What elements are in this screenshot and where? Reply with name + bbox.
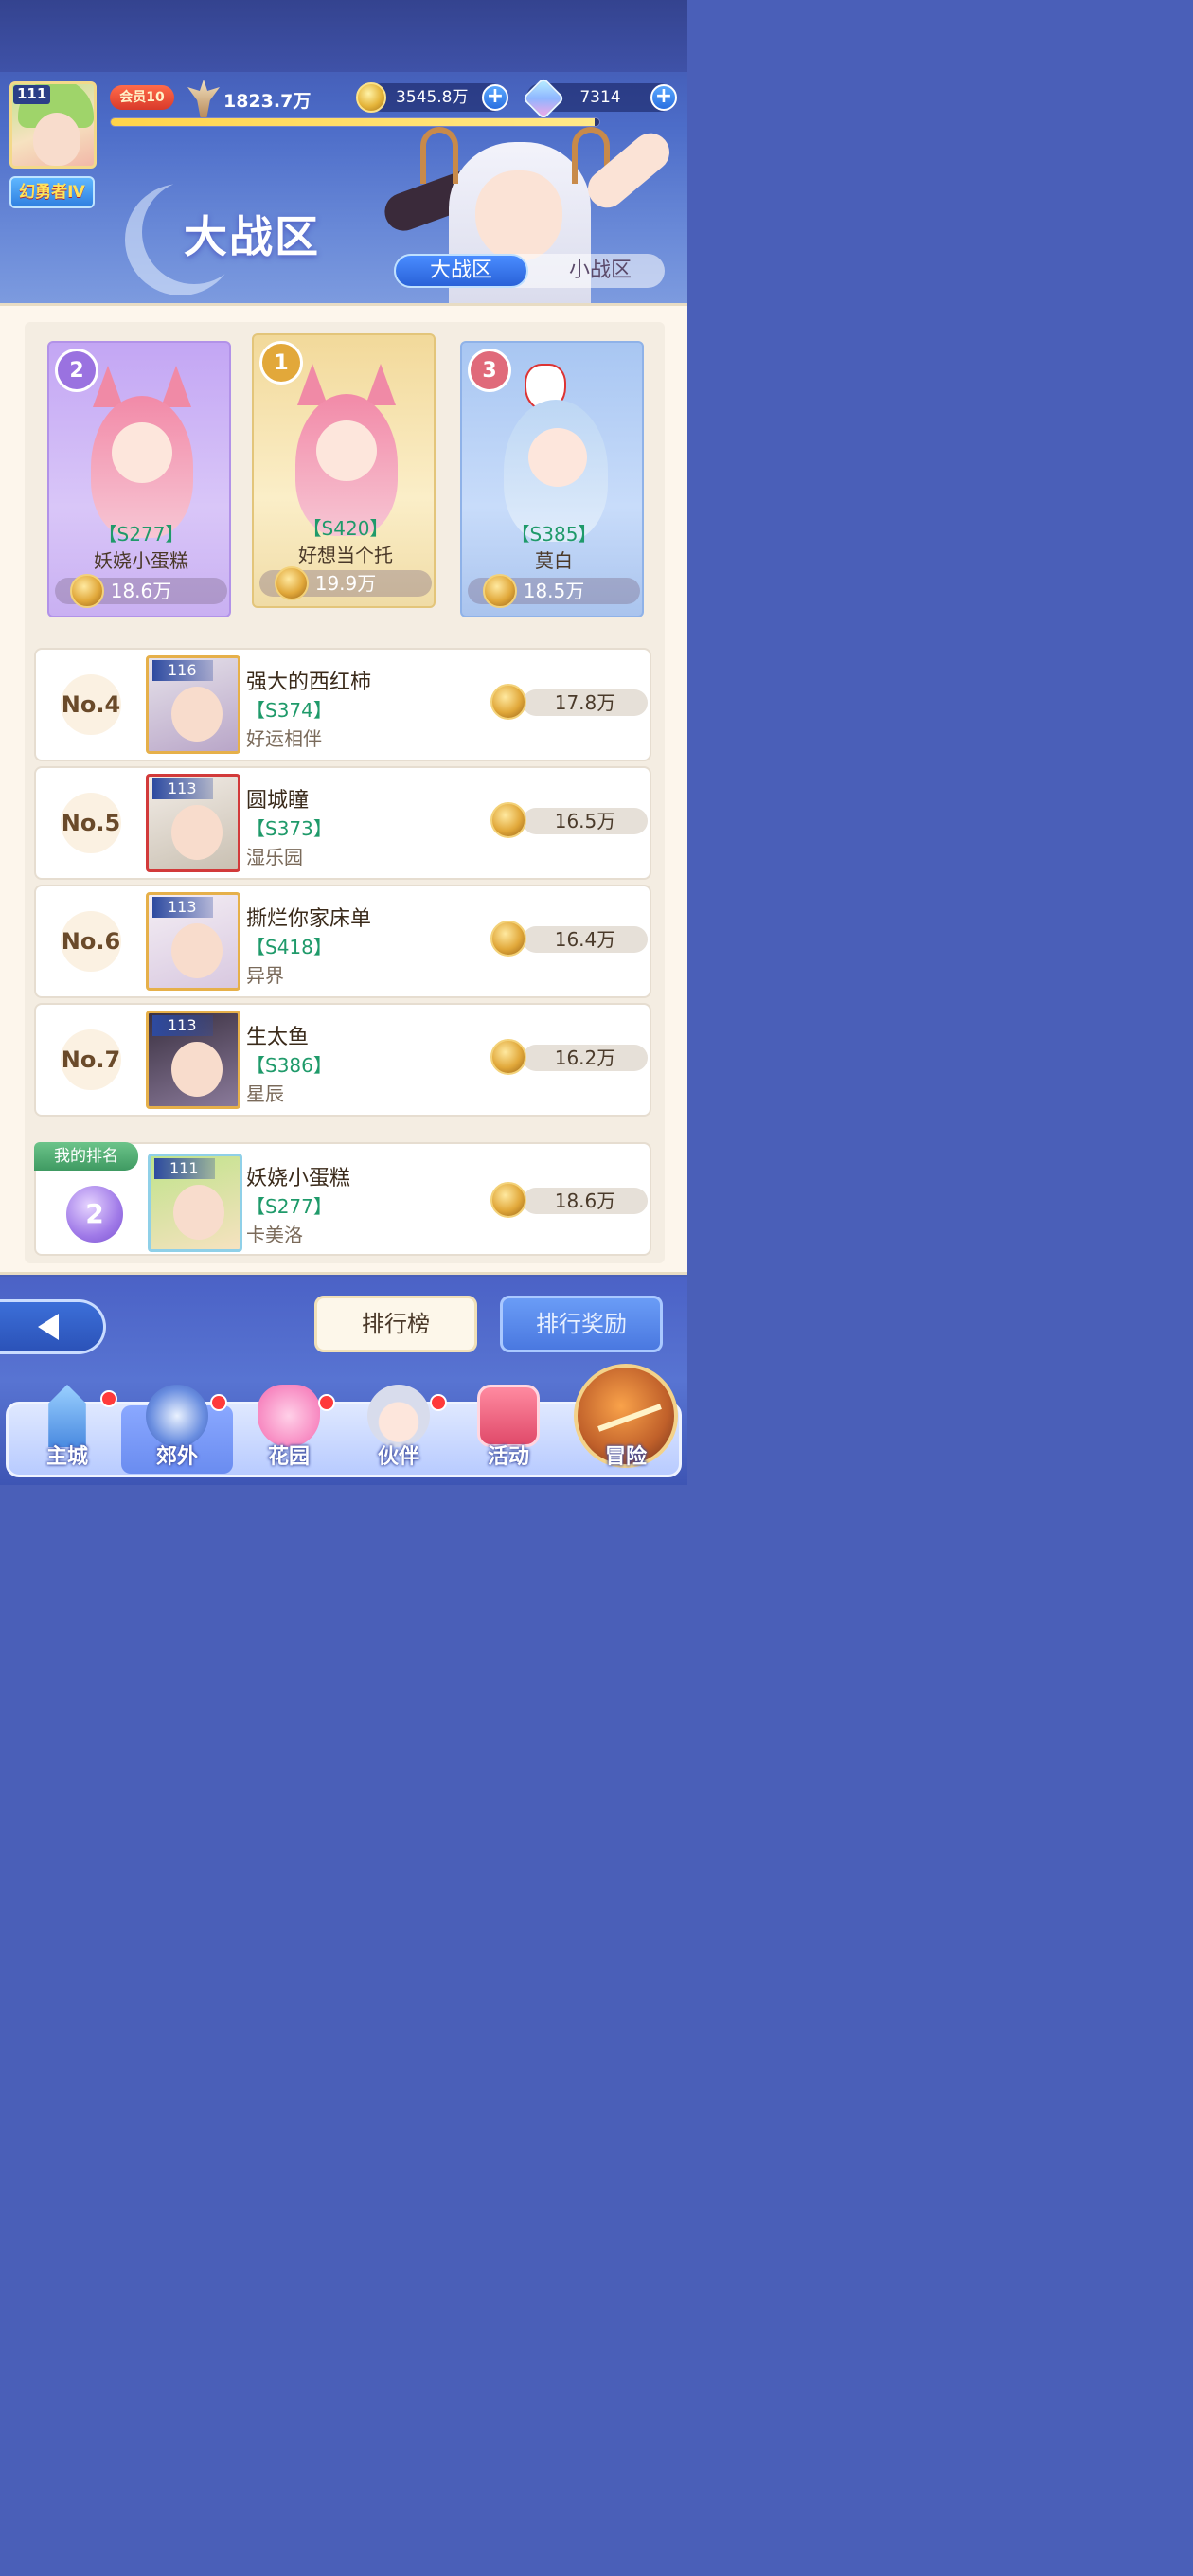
nav-label: 花园 [267, 1445, 310, 1469]
rank-3-medal: 3 [468, 349, 511, 392]
castle-icon [48, 1385, 86, 1447]
player-name: 撕烂你家床单 [246, 907, 372, 931]
heart-garden-icon [258, 1385, 320, 1447]
player-title-badge[interactable]: 幻勇者Ⅳ [9, 176, 95, 208]
nav-label: 冒险 [604, 1445, 647, 1469]
portrait-level: 113 [152, 778, 213, 799]
rank-number: No.7 [61, 1029, 121, 1090]
podium-server: 【S277】 [98, 523, 185, 546]
score-coin-icon [70, 574, 104, 608]
my-server: 【S277】 [246, 1195, 332, 1218]
nav-label: 主城 [45, 1445, 88, 1469]
player-guild: 星辰 [246, 1082, 284, 1105]
podium-card-rank-3[interactable]: 3 【S385】 莫白 18.5万 [460, 341, 644, 617]
player-guild: 好运相伴 [246, 727, 322, 750]
score-coin-icon [275, 566, 309, 600]
nav-garden[interactable]: 花园 [237, 1381, 341, 1479]
my-guild: 卡美洛 [246, 1224, 303, 1246]
score-coin-icon [490, 1039, 526, 1075]
podium-name: 好想当个托 [298, 544, 393, 566]
score-coin-icon [490, 684, 526, 720]
portrait-level: 111 [154, 1158, 215, 1179]
podium-card-rank-1[interactable]: 1 【S420】 好想当个托 19.9万 [252, 333, 436, 608]
score-coin-icon [490, 1182, 526, 1218]
podium-card-rank-2[interactable]: 2 【S277】 妖娆小蛋糕 18.6万 [47, 341, 231, 617]
player-level: 111 [13, 85, 51, 104]
player-server: 【S374】 [246, 699, 332, 722]
notification-dot [318, 1394, 335, 1411]
my-name: 妖娆小蛋糕 [246, 1167, 351, 1190]
podium-name: 莫白 [535, 549, 573, 572]
notification-dot [100, 1390, 117, 1407]
score-coin-icon [483, 574, 517, 608]
player-portrait[interactable]: 113 [146, 892, 240, 991]
player-server: 【S373】 [246, 817, 332, 840]
ranking-row-4[interactable]: No.4 116 强大的西红柿 【S374】 好运相伴 17.8万 [34, 648, 651, 761]
player-server: 【S418】 [246, 936, 332, 958]
nav-main-city[interactable]: 主城 [15, 1381, 119, 1479]
portrait-level: 113 [152, 897, 213, 918]
rank-number: No.5 [61, 793, 121, 853]
my-rank-tag: 我的排名 [34, 1142, 138, 1171]
nav-events[interactable]: 活动 [456, 1381, 561, 1479]
score-coin-icon [490, 802, 526, 838]
notification-dot [210, 1394, 227, 1411]
nav-label: 郊外 [155, 1445, 198, 1469]
partner-icon [367, 1385, 430, 1447]
player-guild: 湿乐园 [246, 846, 303, 868]
player-name: 生太鱼 [246, 1026, 310, 1049]
add-gold-button[interactable]: + [482, 84, 508, 111]
player-name: 强大的西红柿 [246, 671, 372, 694]
back-button[interactable] [0, 1299, 106, 1354]
rank-number: No.6 [61, 911, 121, 972]
player-portrait[interactable]: 113 [146, 1011, 240, 1109]
nav-label: 伙伴 [377, 1445, 419, 1469]
exp-bar [110, 117, 600, 127]
tab-small-zone[interactable]: 小战区 [536, 254, 665, 288]
player-portrait[interactable]: 113 [146, 774, 240, 872]
gift-icon [477, 1385, 540, 1447]
score-coin-icon [490, 921, 526, 957]
portrait-level: 113 [152, 1015, 213, 1036]
notification-dot [430, 1394, 447, 1411]
player-server: 【S386】 [246, 1054, 332, 1077]
nav-outskirts[interactable]: 郊外 [125, 1381, 229, 1479]
portal-icon [146, 1385, 208, 1447]
ranking-row-7[interactable]: No.7 113 生太鱼 【S386】 星辰 16.2万 [34, 1003, 651, 1117]
my-portrait[interactable]: 111 [148, 1154, 242, 1252]
back-arrow-icon [38, 1314, 59, 1340]
nav-adventure[interactable]: 冒险 [574, 1381, 678, 1479]
ranking-rewards-button[interactable]: 排行奖励 [500, 1296, 663, 1352]
my-score: 18.6万 [523, 1188, 648, 1214]
ranking-row-5[interactable]: No.5 113 圆城瞳 【S373】 湿乐园 16.5万 [34, 766, 651, 880]
tab-big-zone[interactable]: 大战区 [394, 254, 528, 288]
top-banner [0, 0, 687, 72]
player-score: 17.8万 [523, 689, 648, 716]
player-score: 16.4万 [523, 926, 648, 953]
nav-partner[interactable]: 伙伴 [347, 1381, 451, 1479]
leaderboard-button[interactable]: 排行榜 [314, 1296, 477, 1352]
portrait-level: 116 [152, 660, 213, 681]
player-guild: 异界 [246, 964, 284, 987]
ranking-row-6[interactable]: No.6 113 撕烂你家床单 【S418】 异界 16.4万 [34, 885, 651, 998]
power-value: 1823.7万 [223, 91, 312, 112]
vip-badge[interactable]: 会员10 [110, 85, 174, 110]
my-rank-medal: 2 [66, 1186, 123, 1243]
podium-server: 【S385】 [510, 523, 597, 546]
podium-name: 妖娆小蛋糕 [94, 549, 188, 572]
add-gem-button[interactable]: + [650, 84, 677, 111]
gold-value: 3545.8万 [396, 88, 469, 107]
gem-value: 7314 [579, 88, 621, 107]
player-portrait[interactable]: 116 [146, 655, 240, 754]
podium-server: 【S420】 [302, 517, 389, 540]
nav-label: 活动 [487, 1445, 529, 1469]
player-score: 16.2万 [523, 1045, 648, 1071]
page-title: 大战区 [184, 211, 320, 262]
gold-coin-icon [356, 82, 386, 113]
rank-number: No.4 [61, 674, 121, 735]
player-score: 16.5万 [523, 808, 648, 834]
player-name: 圆城瞳 [246, 789, 310, 813]
